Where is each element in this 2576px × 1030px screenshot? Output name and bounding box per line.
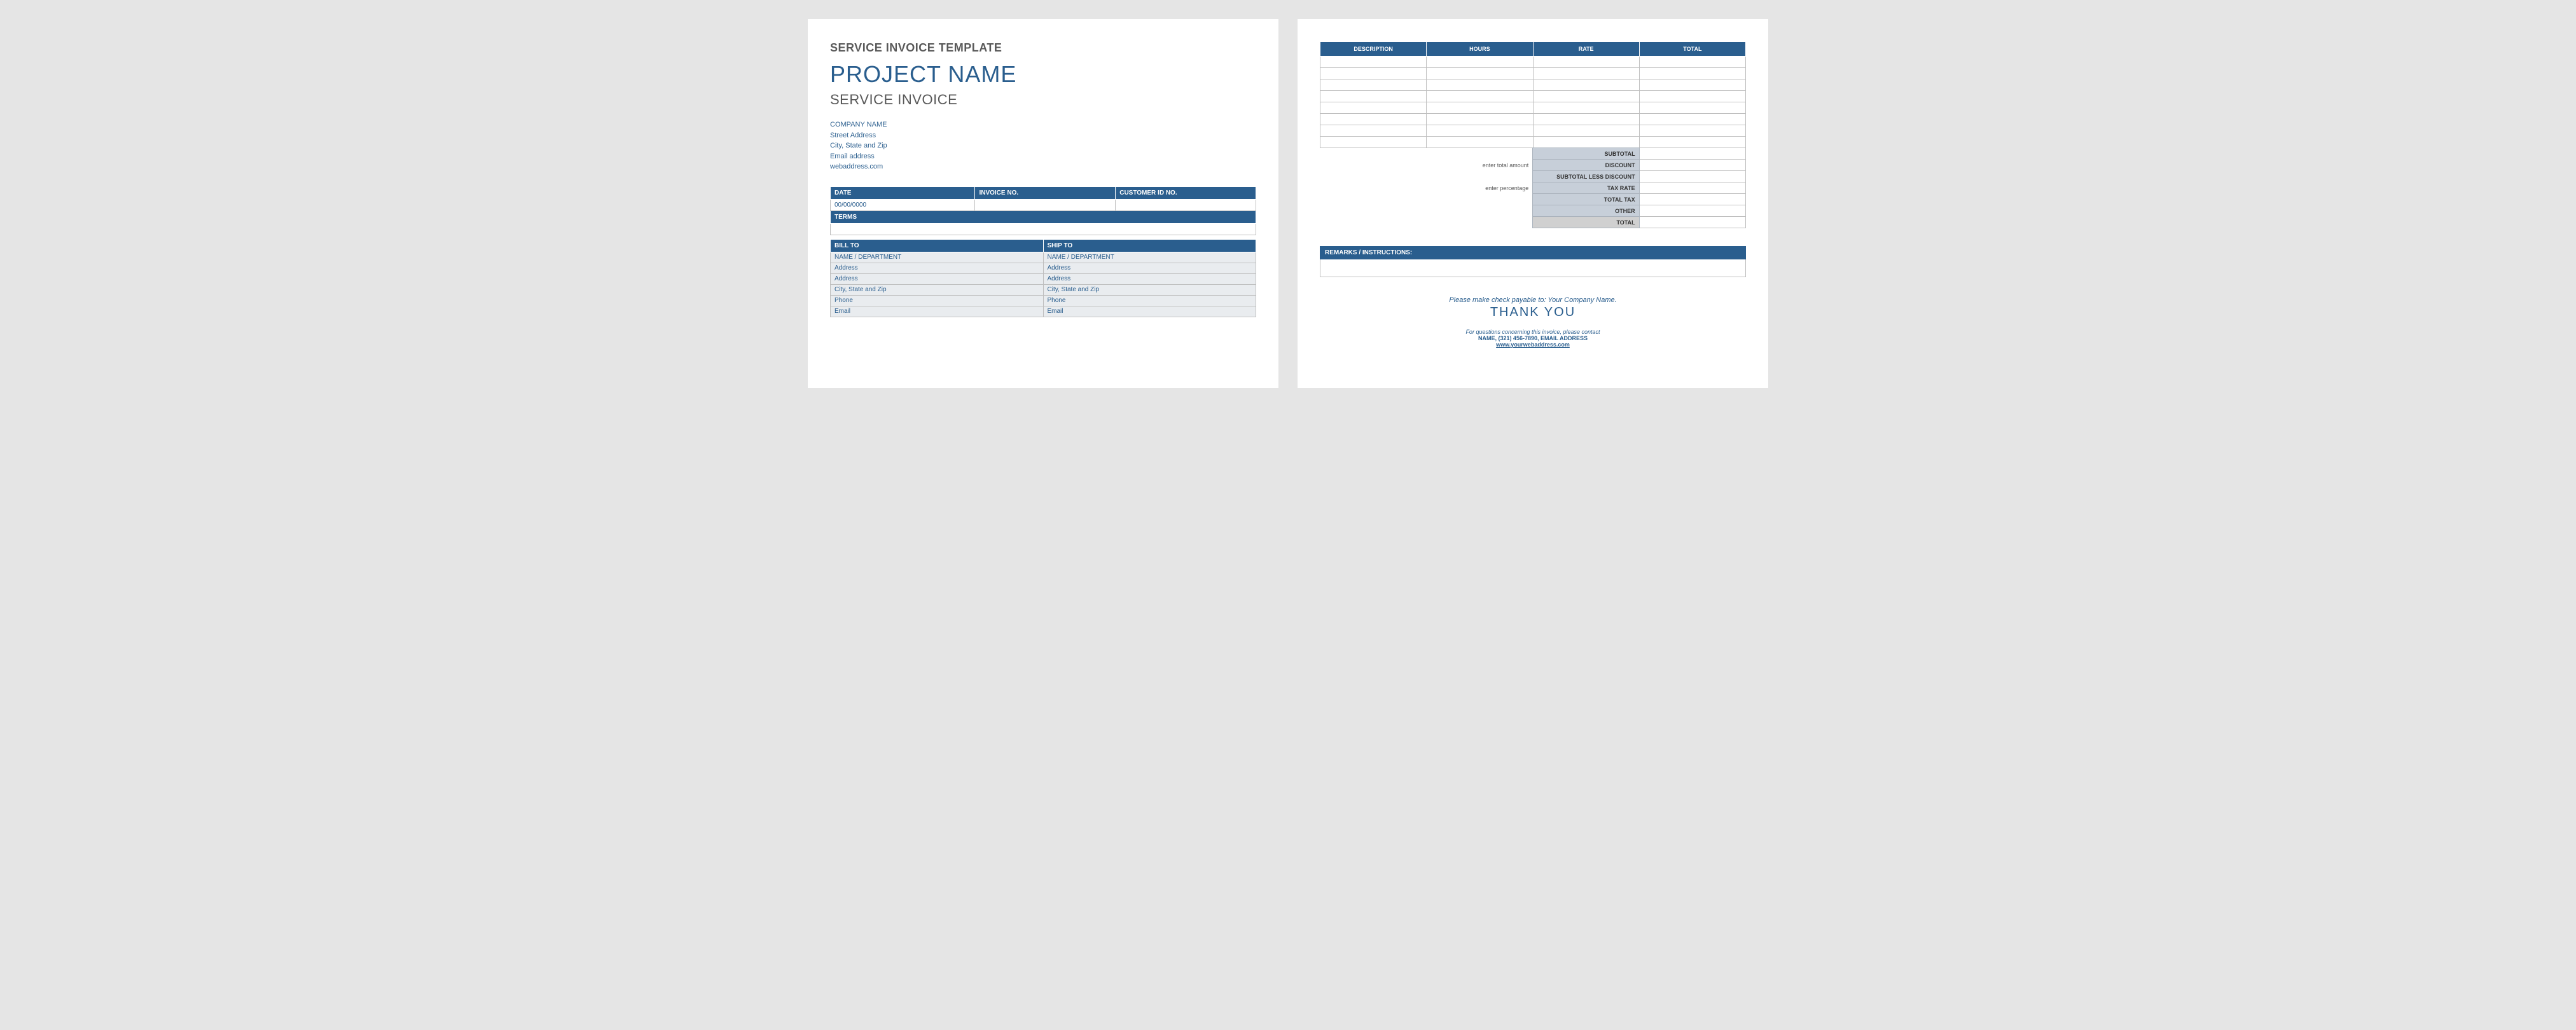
invoice-page-2: DESCRIPTION HOURS RATE TOTAL SUBTOTAL en… xyxy=(1298,19,1768,388)
value-total[interactable] xyxy=(1639,217,1745,228)
template-title: SERVICE INVOICE TEMPLATE xyxy=(830,41,1256,55)
shipto-addr1[interactable]: Address xyxy=(1043,263,1256,273)
shipto-name[interactable]: NAME / DEPARTMENT xyxy=(1043,252,1256,263)
value-invoice-no[interactable] xyxy=(975,199,1116,210)
company-name: COMPANY NAME xyxy=(830,120,1256,130)
col-total: TOTAL xyxy=(1639,42,1745,57)
billto-phone[interactable]: Phone xyxy=(831,295,1044,306)
meta-table: DATE INVOICE NO. CUSTOMER ID NO. 00/00/0… xyxy=(830,186,1256,235)
footer: Please make check payable to: Your Compa… xyxy=(1320,296,1746,348)
col-rate: RATE xyxy=(1533,42,1639,57)
billto-name[interactable]: NAME / DEPARTMENT xyxy=(831,252,1044,263)
value-customer-id[interactable] xyxy=(1116,199,1256,210)
value-tax-rate[interactable] xyxy=(1639,182,1745,194)
billto-addr2[interactable]: Address xyxy=(831,273,1044,284)
line-cell[interactable] xyxy=(1639,91,1745,102)
line-cell[interactable] xyxy=(1639,57,1745,68)
line-cell[interactable] xyxy=(1533,125,1639,137)
value-date[interactable]: 00/00/0000 xyxy=(831,199,975,210)
footer-contact: NAME, (321) 456-7890, EMAIL ADDRESS xyxy=(1320,335,1746,341)
company-street: Street Address xyxy=(830,130,1256,141)
billto-email[interactable]: Email xyxy=(831,306,1044,317)
line-cell[interactable] xyxy=(1320,125,1427,137)
value-terms[interactable] xyxy=(831,223,1256,235)
col-hours: HOURS xyxy=(1427,42,1533,57)
line-cell[interactable] xyxy=(1639,114,1745,125)
col-description: DESCRIPTION xyxy=(1320,42,1427,57)
line-cell[interactable] xyxy=(1639,125,1745,137)
header-customer-id: CUSTOMER ID NO. xyxy=(1116,186,1256,199)
line-cell[interactable] xyxy=(1427,102,1533,114)
shipto-email[interactable]: Email xyxy=(1043,306,1256,317)
header-billto: BILL TO xyxy=(831,239,1044,252)
remarks-header: REMARKS / INSTRUCTIONS: xyxy=(1320,246,1746,259)
line-cell[interactable] xyxy=(1639,137,1745,148)
header-shipto: SHIP TO xyxy=(1043,239,1256,252)
line-cell[interactable] xyxy=(1427,125,1533,137)
line-cell[interactable] xyxy=(1427,91,1533,102)
line-cell[interactable] xyxy=(1533,68,1639,79)
line-cell[interactable] xyxy=(1639,68,1745,79)
line-cell[interactable] xyxy=(1427,114,1533,125)
line-cell[interactable] xyxy=(1320,102,1427,114)
subtitle: SERVICE INVOICE xyxy=(830,92,1256,108)
line-cell[interactable] xyxy=(1320,91,1427,102)
address-table: BILL TO SHIP TO NAME / DEPARTMENT NAME /… xyxy=(830,239,1256,317)
shipto-phone[interactable]: Phone xyxy=(1043,295,1256,306)
value-sub-less[interactable] xyxy=(1639,171,1745,182)
footer-website: www.yourwebaddress.com xyxy=(1320,341,1746,348)
line-cell[interactable] xyxy=(1320,137,1427,148)
totals-table: SUBTOTAL enter total amount DISCOUNT SUB… xyxy=(1320,148,1746,228)
value-other[interactable] xyxy=(1639,205,1745,217)
company-city: City, State and Zip xyxy=(830,141,1256,151)
line-cell[interactable] xyxy=(1533,79,1639,91)
billto-addr1[interactable]: Address xyxy=(831,263,1044,273)
hint-amount: enter total amount xyxy=(1426,160,1532,171)
project-name: PROJECT NAME xyxy=(830,61,1256,88)
label-total: TOTAL xyxy=(1533,217,1639,228)
footer-thanks: THANK YOU xyxy=(1320,305,1746,320)
label-other: OTHER xyxy=(1533,205,1639,217)
line-cell[interactable] xyxy=(1427,79,1533,91)
line-cell[interactable] xyxy=(1639,79,1745,91)
line-cell[interactable] xyxy=(1427,68,1533,79)
company-email: Email address xyxy=(830,151,1256,162)
footer-questions: For questions concerning this invoice, p… xyxy=(1320,329,1746,335)
hint-percent: enter percentage xyxy=(1426,182,1532,194)
label-sub-less: SUBTOTAL LESS DISCOUNT xyxy=(1533,171,1639,182)
label-total-tax: TOTAL TAX xyxy=(1533,194,1639,205)
line-cell[interactable] xyxy=(1320,57,1427,68)
line-cell[interactable] xyxy=(1427,137,1533,148)
line-cell[interactable] xyxy=(1533,91,1639,102)
line-cell[interactable] xyxy=(1639,102,1745,114)
footer-payable: Please make check payable to: Your Compa… xyxy=(1320,296,1746,304)
line-cell[interactable] xyxy=(1320,68,1427,79)
line-cell[interactable] xyxy=(1320,114,1427,125)
invoice-page-1: SERVICE INVOICE TEMPLATE PROJECT NAME SE… xyxy=(808,19,1278,388)
value-discount[interactable] xyxy=(1639,160,1745,171)
line-items-table: DESCRIPTION HOURS RATE TOTAL xyxy=(1320,41,1746,148)
remarks-body[interactable] xyxy=(1320,259,1746,277)
shipto-addr2[interactable]: Address xyxy=(1043,273,1256,284)
line-cell[interactable] xyxy=(1533,57,1639,68)
company-block: COMPANY NAME Street Address City, State … xyxy=(830,120,1256,172)
header-invoice-no: INVOICE NO. xyxy=(975,186,1116,199)
company-web: webaddress.com xyxy=(830,161,1256,172)
line-cell[interactable] xyxy=(1533,102,1639,114)
value-total-tax[interactable] xyxy=(1639,194,1745,205)
billto-city[interactable]: City, State and Zip xyxy=(831,284,1044,295)
label-subtotal: SUBTOTAL xyxy=(1533,148,1639,160)
line-cell[interactable] xyxy=(1533,137,1639,148)
line-cell[interactable] xyxy=(1320,79,1427,91)
line-cell[interactable] xyxy=(1533,114,1639,125)
value-subtotal[interactable] xyxy=(1639,148,1745,160)
shipto-city[interactable]: City, State and Zip xyxy=(1043,284,1256,295)
header-date: DATE xyxy=(831,186,975,199)
line-cell[interactable] xyxy=(1427,57,1533,68)
header-terms: TERMS xyxy=(831,210,1256,223)
label-tax-rate: TAX RATE xyxy=(1533,182,1639,194)
label-discount: DISCOUNT xyxy=(1533,160,1639,171)
